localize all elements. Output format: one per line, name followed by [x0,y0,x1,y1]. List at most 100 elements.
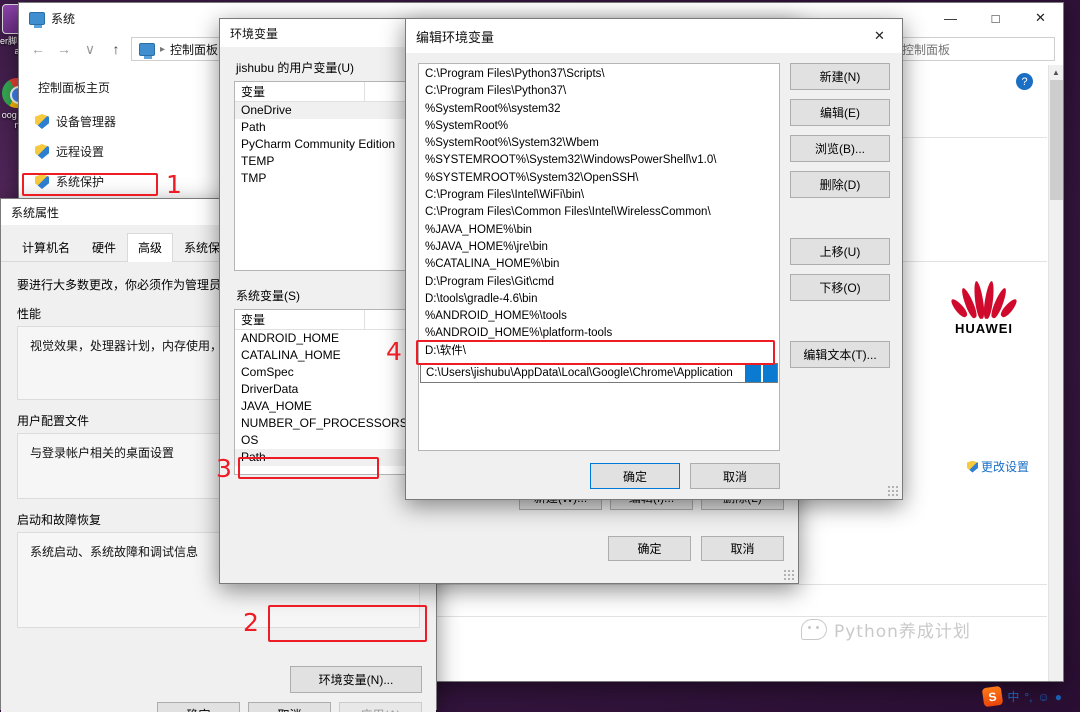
watermark: Python养成计划 [801,617,971,642]
sidebar-item-remote-settings[interactable]: 远程设置 [35,143,219,160]
ime-punctuation-icon[interactable]: °, [1024,690,1032,704]
group-text: 视觉效果，处理器计划，内存使用，以 [30,339,235,353]
edit-dialog-window-controls: ✕ [857,19,902,49]
ok-button[interactable]: 确定 [157,702,240,712]
scroll-up-icon[interactable]: ▲ [1049,65,1063,80]
column-header-variable: 变量 [235,310,365,329]
sidebar-item-label: 系统保护 [56,175,105,189]
back-icon[interactable]: ← [27,38,49,60]
edit-dialog-title: 编辑环境变量 [416,29,495,45]
minimize-button[interactable]: — [928,3,973,33]
edit-text-button[interactable]: 编辑文本(T)... [790,341,890,368]
ime-more-icon[interactable]: ● [1055,690,1062,704]
path-list-pane: C:\Program Files\Python37\Scripts\ C:\Pr… [418,63,780,489]
scrollbar-thumb[interactable] [1050,80,1063,200]
forward-icon[interactable]: → [53,38,75,60]
help-icon[interactable]: ? [1016,73,1033,90]
ime-emoji-icon[interactable]: ☺ [1037,690,1049,704]
path-row[interactable]: %SystemRoot%\system32 [419,101,779,118]
sidebar-item-label: 远程设置 [56,145,105,159]
up-icon[interactable]: ↑ [105,38,127,60]
path-row[interactable]: %JAVA_HOME%\jre\bin [419,239,779,256]
change-settings-label: 更改设置 [980,460,1029,474]
path-row[interactable]: %SystemRoot% [419,118,779,135]
cancel-button[interactable]: 取消 [248,702,331,712]
path-list[interactable]: C:\Program Files\Python37\Scripts\ C:\Pr… [418,63,780,451]
cancel-button[interactable]: 取消 [690,463,780,489]
sogou-ime-icon[interactable]: S [982,685,1004,708]
system-icon [29,11,45,28]
path-edit-row[interactable] [420,363,778,383]
path-row[interactable]: %SYSTEMROOT%\System32\WindowsPowerShell\… [419,152,779,169]
maximize-button[interactable]: □ [973,3,1018,33]
new-path-button[interactable]: 新建(N) [790,63,890,90]
tab-hardware[interactable]: 硬件 [81,233,127,262]
edit-dialog-side-buttons: 新建(N) 编辑(E) 浏览(B)... 删除(D) 上移(U) 下移(O) 编… [790,63,890,489]
browse-button[interactable]: 浏览(B)... [790,135,890,162]
path-row[interactable]: C:\Program Files\Common Files\Intel\Wire… [419,204,779,221]
path-row[interactable]: C:\Program Files\Intel\WiFi\bin\ [419,187,779,204]
selection-block [745,364,761,382]
system-tray: S 中 °, ☺ ● [982,685,1062,708]
close-icon[interactable]: ✕ [857,19,902,53]
window-controls: — □ ✕ [928,3,1063,33]
resize-grip[interactable] [887,485,899,497]
wechat-icon [801,619,827,640]
path-row[interactable]: %ANDROID_HOME%\tools [419,308,779,325]
annotation-number-3: 3 [216,454,232,483]
column-header-variable: 变量 [235,82,365,101]
cancel-button[interactable]: 取消 [701,536,784,561]
breadcrumb-separator: ▸ [160,43,166,55]
shield-icon [35,144,49,159]
control-panel-title: 系统 [51,11,76,26]
recent-locations-icon[interactable]: ∨ [79,38,101,60]
path-row[interactable]: %SystemRoot%\System32\Wbem [419,135,779,152]
path-row[interactable]: C:\Program Files\Python37\Scripts\ [419,66,779,83]
sidebar-item-label: 控制面板主页 [38,81,111,95]
edit-dialog-titlebar: 编辑环境变量 ✕ [406,19,902,53]
path-row[interactable]: D:\软件\ [419,343,779,360]
vertical-scrollbar[interactable]: ▲ [1048,65,1063,681]
close-button[interactable]: ✕ [1018,3,1063,33]
edit-dialog-footer: 确定 取消 [418,451,780,489]
screen: er脚 件.ra oog hron 系统 — □ ✕ ← → ∨ ↑ ▸ 控制面… [0,0,1080,712]
ok-button[interactable]: 确定 [590,463,680,489]
huawei-logo: HUAWEI [929,275,1039,336]
tab-advanced[interactable]: 高级 [127,233,174,262]
edit-environment-variable-dialog: 编辑环境变量 ✕ C:\Program Files\Python37\Scrip… [405,18,903,500]
move-down-button[interactable]: 下移(O) [790,274,890,301]
delete-path-button[interactable]: 删除(D) [790,171,890,198]
shield-icon [35,174,49,189]
edit-path-button[interactable]: 编辑(E) [790,99,890,126]
computer-icon [139,42,155,59]
annotation-number-2: 2 [243,608,259,637]
move-up-button[interactable]: 上移(U) [790,238,890,265]
environment-variables-footer: 确定 取消 [234,536,784,561]
path-row[interactable]: %SYSTEMROOT%\System32\OpenSSH\ [419,170,779,187]
breadcrumb-item-control-panel[interactable]: 控制面板 [170,41,218,58]
environment-variables-button[interactable]: 环境变量(N)... [290,666,422,693]
tab-computer-name[interactable]: 计算机名 [11,233,81,262]
sidebar-item-system-protection[interactable]: 系统保护 [35,173,219,190]
path-row[interactable]: %CATALINA_HOME%\bin [419,256,779,273]
system-properties-title: 系统属性 [11,205,60,220]
path-row[interactable]: D:\tools\gradle-4.6\bin [419,291,779,308]
path-row[interactable]: %JAVA_HOME%\bin [419,222,779,239]
group-text: 系统启动、系统故障和调试信息 [30,545,199,559]
shield-icon [966,460,978,473]
change-settings-link[interactable]: 更改设置 [966,458,1029,475]
path-row[interactable]: %ANDROID_HOME%\platform-tools [419,325,779,342]
selection-block [763,364,777,382]
edit-dialog-body: C:\Program Files\Python37\Scripts\ C:\Pr… [406,53,902,499]
sidebar-item-device-manager[interactable]: 设备管理器 [35,113,219,130]
ok-button[interactable]: 确定 [608,536,691,561]
annotation-number-1: 1 [166,170,182,199]
apply-button[interactable]: 应用(A) [339,702,422,712]
resize-grip[interactable] [783,569,795,581]
path-row[interactable]: C:\Program Files\Python37\ [419,83,779,100]
ime-mode-label[interactable]: 中 [1007,688,1019,705]
sidebar-item-home[interactable]: 控制面板主页 [38,79,219,96]
path-row[interactable]: D:\Program Files\Git\cmd [419,274,779,291]
path-edit-input[interactable] [421,364,745,382]
